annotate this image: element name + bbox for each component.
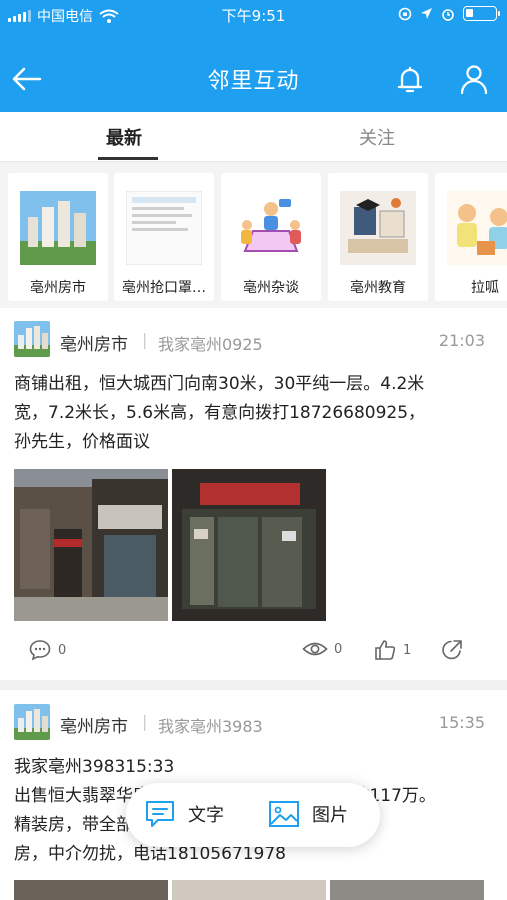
status-bar: 中国电信 下午9:51 xyxy=(0,0,507,30)
eye-icon xyxy=(302,642,328,656)
category-card-education[interactable]: 亳州教育 xyxy=(328,173,428,301)
image-icon xyxy=(269,801,299,827)
battery-icon xyxy=(463,6,500,21)
gossip-thumbnail xyxy=(447,191,507,265)
tab-indicator xyxy=(98,157,158,160)
feed-tabs: 最新 关注 xyxy=(0,112,507,162)
post-photo[interactable] xyxy=(14,880,168,900)
nav-bar: 邻里互动 xyxy=(0,46,507,112)
tab-latest[interactable]: 最新 xyxy=(106,124,142,150)
category-label: 亳州教育 xyxy=(350,280,406,296)
compose-text-button[interactable]: 文字 xyxy=(144,799,224,829)
category-label: 拉呱 xyxy=(471,280,499,296)
thumbs-up-icon xyxy=(375,640,396,660)
post-time: 21:03 xyxy=(438,331,485,350)
post-line: 孙先生，价格面议 xyxy=(14,432,150,452)
share-icon[interactable] xyxy=(440,638,464,662)
page-title: 邻里互动 xyxy=(207,69,300,94)
like-count: 1 xyxy=(403,642,412,658)
notice-thumbnail xyxy=(126,191,202,265)
post-separator xyxy=(0,680,507,690)
post-photo[interactable] xyxy=(172,880,326,900)
compose-image-label: 图片 xyxy=(312,805,348,826)
post-photo[interactable] xyxy=(14,469,168,621)
post-card[interactable]: 亳州房市 | 我家亳州0925 21:03 商铺出租，恒大城西门向南30米，30… xyxy=(0,308,507,680)
rotation-lock-icon xyxy=(398,7,412,20)
divider: | xyxy=(142,330,148,349)
tab-following[interactable]: 关注 xyxy=(359,124,395,150)
post-time: 15:35 xyxy=(438,713,485,732)
post-photo[interactable] xyxy=(172,469,326,621)
divider: | xyxy=(142,712,148,731)
discussion-thumbnail xyxy=(233,191,309,265)
post-photo[interactable] xyxy=(330,880,484,900)
category-card-masks[interactable]: 亳州抢口罩… xyxy=(114,173,214,301)
views-indicator: 0 xyxy=(302,638,342,660)
user-icon[interactable] xyxy=(457,62,491,96)
comment-count: 0 xyxy=(58,642,67,658)
category-label: 亳州杂谈 xyxy=(243,280,299,296)
message-icon xyxy=(146,801,174,827)
compose-text-label: 文字 xyxy=(188,805,224,826)
housing-thumbnail xyxy=(20,191,96,265)
compose-float-bar: 文字 图片 xyxy=(126,783,380,847)
post-content: 商铺出租，恒大城西门向南30米，30平纯一层。4.2米 宽，7.2米长，5.6米… xyxy=(14,370,495,457)
post-board-name[interactable]: 亳州房市 xyxy=(60,330,128,355)
bell-icon[interactable] xyxy=(393,62,427,96)
comment-icon xyxy=(29,640,51,661)
board-avatar xyxy=(14,704,50,740)
category-card-housing[interactable]: 亳州房市 xyxy=(8,173,108,301)
post-line: 商铺出租，恒大城西门向南30米，30平纯一层。4.2米 xyxy=(14,374,425,394)
compose-image-button[interactable]: 图片 xyxy=(268,799,348,829)
app-header: 中国电信 下午9:51 邻里互动 xyxy=(0,0,507,112)
like-button[interactable]: 1 xyxy=(373,638,411,662)
category-label: 亳州房市 xyxy=(30,280,86,296)
alarm-icon xyxy=(442,8,454,21)
post-board-name[interactable]: 亳州房市 xyxy=(60,712,128,737)
post-line: 我家亳州398315:33 xyxy=(14,757,175,777)
location-icon xyxy=(421,8,432,19)
post-author[interactable]: 我家亳州3983 xyxy=(158,713,263,737)
education-thumbnail xyxy=(340,191,416,265)
category-strip: 亳州房市 亳州抢口罩… 亳州杂谈 亳州教育 拉呱 xyxy=(0,162,507,308)
post-line: 宽，7.2米长，5.6米高，有意向拨打18726680925， xyxy=(14,403,426,423)
post-author[interactable]: 我家亳州0925 xyxy=(158,331,263,355)
category-card-chat[interactable]: 亳州杂谈 xyxy=(221,173,321,301)
board-avatar xyxy=(14,321,50,357)
comment-button[interactable]: 0 xyxy=(28,638,66,662)
views-count: 0 xyxy=(334,641,343,657)
category-card-gossip[interactable]: 拉呱 xyxy=(435,173,507,301)
category-label: 亳州抢口罩… xyxy=(122,280,206,296)
